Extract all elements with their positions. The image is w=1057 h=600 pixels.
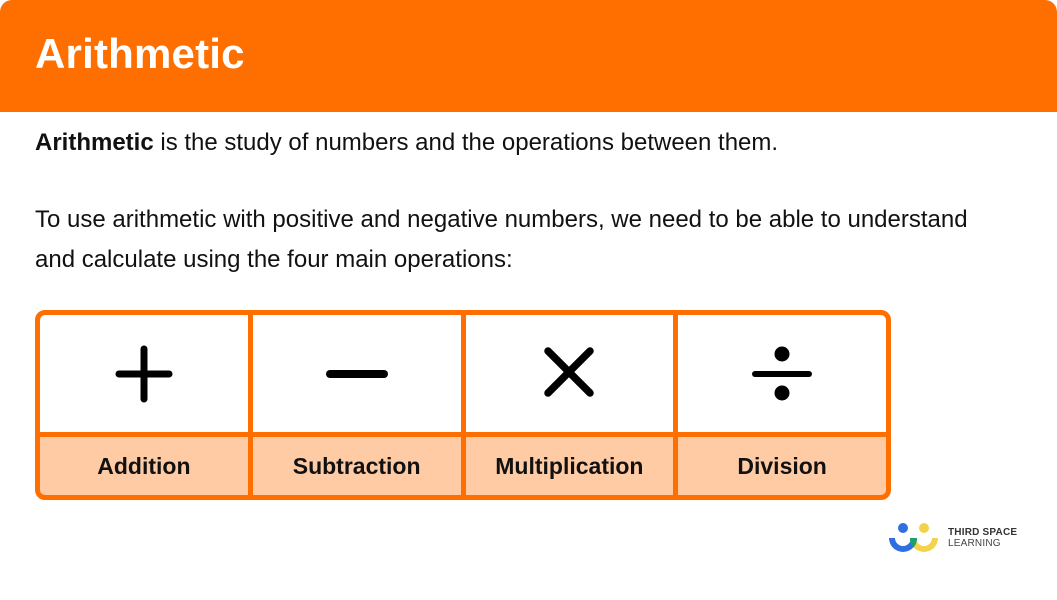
multiplication-label: Multiplication <box>465 437 674 495</box>
third-space-learning-logo: THIRD SPACE LEARNING <box>888 522 1017 554</box>
logo-text: THIRD SPACE LEARNING <box>948 527 1017 549</box>
intro-text: is the study of numbers and the operatio… <box>153 129 779 156</box>
header-banner: Arithmetic <box>0 0 1057 112</box>
division-symbol-cell <box>678 315 886 432</box>
page-title: Arithmetic <box>35 30 245 77</box>
subtraction-label: Subtraction <box>252 437 461 495</box>
plus-icon <box>115 345 173 402</box>
division-label: Division <box>678 437 886 495</box>
logo-line1: THIRD SPACE <box>948 527 1018 538</box>
subtraction-symbol-cell <box>252 315 461 432</box>
operations-paragraph: To use arithmetic with positive and nega… <box>35 206 968 273</box>
logo-mark-icon <box>888 522 940 554</box>
intro-paragraph: Arithmetic is the study of numbers and t… <box>35 123 778 163</box>
minus-icon <box>325 369 388 378</box>
addition-symbol-cell <box>40 315 248 432</box>
logo-line2: LEARNING <box>948 538 1001 549</box>
operations-table: Addition Subtraction Multiplication Divi… <box>35 310 891 500</box>
divide-icon <box>752 346 813 400</box>
multiplication-symbol-cell <box>465 315 674 432</box>
addition-label: Addition <box>40 437 248 495</box>
intro-bold-term: Arithmetic <box>35 129 154 156</box>
multiply-icon <box>544 346 595 397</box>
